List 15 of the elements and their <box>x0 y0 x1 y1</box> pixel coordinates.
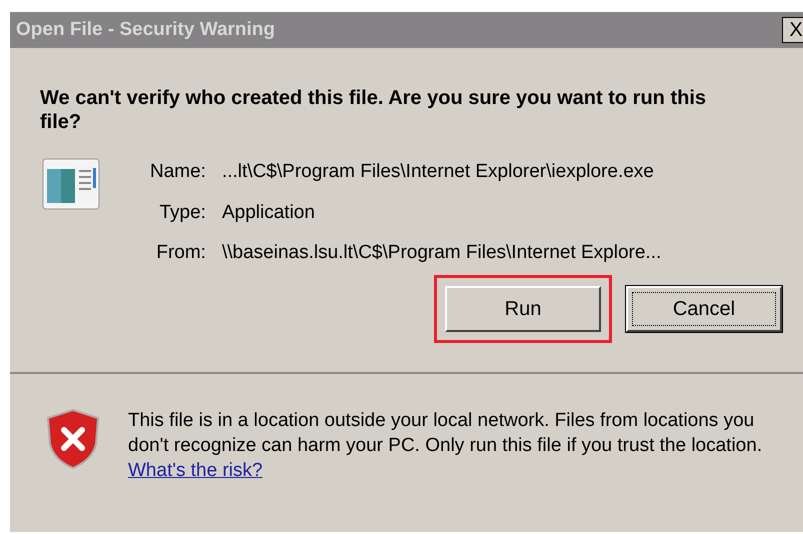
risk-link[interactable]: What's the risk? <box>128 460 263 480</box>
dialog-button[interactable]: Run <box>445 286 601 332</box>
application-icon <box>42 158 100 210</box>
error-shield-icon <box>46 408 100 470</box>
field-label: Name: <box>150 160 206 184</box>
close-button[interactable]: X <box>782 17 803 43</box>
field-value: \\baseinas.lsu.lt\C$\Program Files\Internet Explore... <box>222 241 662 265</box>
field-label: Type: <box>158 200 206 224</box>
window-title: Open File - Security Warning <box>16 18 275 42</box>
warning-message: This file is in a location outside your local network. Files from locations you don't recognize can harm your PC. Only run this file if you trust the location. What's the risk? <box>128 408 764 482</box>
field-label: From: <box>155 241 206 265</box>
field-value: Application <box>222 200 316 224</box>
field-value: ...lt\C$\Program Files\Internet Explorer\iexplore.exe <box>222 160 655 184</box>
warning-heading: We can't verify who created this file. Are you sure you want to run this file? <box>39 86 708 134</box>
dialog-button[interactable]: Cancel <box>626 286 782 332</box>
